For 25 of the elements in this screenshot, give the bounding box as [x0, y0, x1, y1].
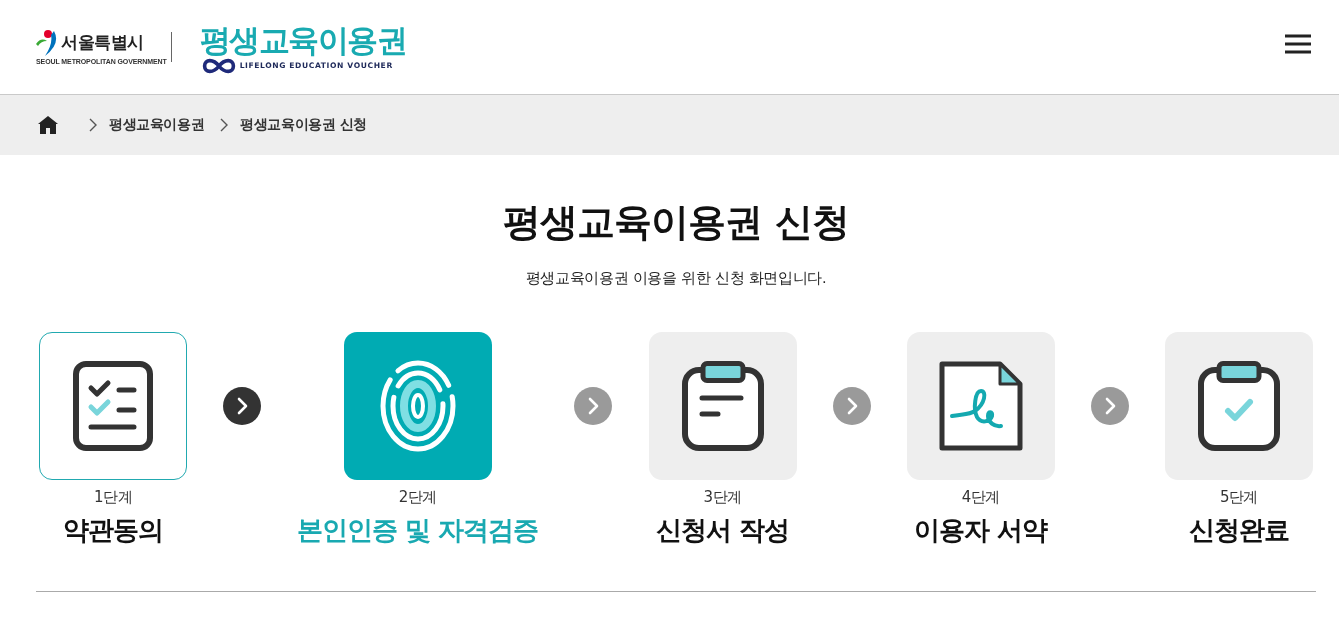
- checklist-icon: [73, 361, 153, 451]
- menu-icon[interactable]: [1285, 34, 1311, 54]
- step-number: 3단계: [703, 487, 742, 507]
- step-number: 4단계: [961, 487, 1000, 507]
- chevron-right-icon: [89, 118, 97, 132]
- signed-document-icon: [938, 361, 1023, 451]
- step-title: 이용자 서약: [914, 514, 1048, 546]
- step-title: 본인인증 및 자격검증: [297, 514, 539, 546]
- home-icon[interactable]: [38, 116, 58, 134]
- step-number: 1단계: [93, 487, 132, 507]
- step-title: 신청완료: [1189, 514, 1289, 546]
- clipboard-icon: [681, 361, 764, 451]
- fingerprint-icon: [379, 360, 456, 452]
- breadcrumb-link[interactable]: 평생교육이용권 신청: [240, 116, 368, 134]
- step-number: 5단계: [1219, 487, 1258, 507]
- step-title: 신청서 작성: [656, 514, 790, 546]
- page-title: 평생교육이용권 신청: [502, 199, 850, 245]
- step-title: 약관동의: [63, 514, 163, 546]
- page-subtitle: 평생교육이용권 이용을 위한 신청 화면입니다.: [524, 269, 828, 288]
- service-logo-text: 평생교육이용권: [199, 23, 407, 57]
- clipboard-check-icon: [1198, 361, 1280, 451]
- step-number: 2단계: [398, 487, 437, 507]
- city-logo-text: 서울특별시: [61, 32, 144, 52]
- chevron-right-icon: [220, 118, 229, 132]
- breadcrumb-link[interactable]: 평생교육이용권: [109, 116, 205, 134]
